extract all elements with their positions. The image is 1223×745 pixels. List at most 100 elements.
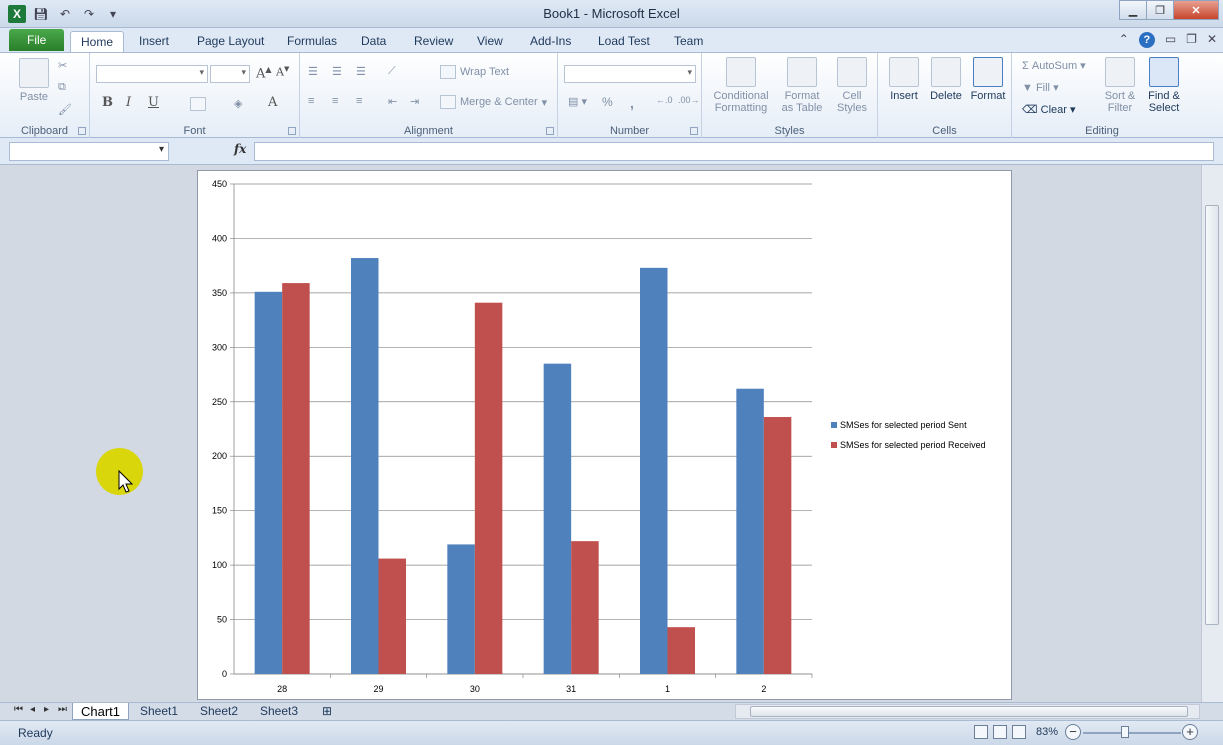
font-size-combo[interactable] — [210, 65, 250, 83]
merge-center-button[interactable]: Merge & Center ▾ — [440, 95, 547, 109]
cell-styles-button[interactable]: Cell Styles — [830, 57, 874, 114]
tab-data[interactable]: Data — [351, 31, 396, 52]
sheet-tab-chart1[interactable]: Chart1 — [72, 703, 130, 720]
number-launcher-icon[interactable] — [690, 127, 698, 135]
format-cells-button[interactable]: Format — [968, 57, 1008, 102]
clipboard-launcher-icon[interactable] — [78, 127, 86, 135]
tab-review[interactable]: Review — [404, 31, 463, 52]
tab-formulas[interactable]: Formulas — [277, 31, 347, 52]
tab-team[interactable]: Team — [664, 31, 713, 52]
tab-home[interactable]: Home — [70, 31, 125, 52]
tab-add-ins[interactable]: Add-Ins — [520, 31, 581, 52]
formula-input[interactable] — [254, 142, 1214, 161]
italic-button[interactable]: I — [126, 95, 131, 110]
first-sheet-icon[interactable]: ⏮ — [14, 704, 23, 715]
insert-sheet-icon[interactable]: ⊞ — [314, 703, 341, 720]
align-right-icon[interactable]: ≡ — [356, 95, 362, 107]
format-as-table-button[interactable]: Format as Table — [776, 57, 828, 114]
bar-sent-31 — [543, 363, 572, 674]
help-icon[interactable]: ? — [1138, 32, 1155, 48]
paste-button[interactable]: Paste — [14, 58, 54, 103]
page-break-view-icon[interactable] — [1012, 725, 1026, 739]
borders-icon[interactable] — [190, 97, 206, 111]
fill-color-icon[interactable]: ◈ — [234, 97, 242, 110]
align-bottom-icon[interactable]: ☰ — [356, 65, 366, 78]
sort-filter-button[interactable]: Sort & Filter — [1100, 57, 1140, 114]
percent-button[interactable]: % — [602, 95, 613, 109]
horizontal-scrollbar[interactable] — [735, 704, 1200, 719]
column-chart[interactable]: 0 50 100 150 200 250 300 350 400 450 28 29 30 31 1 2 SMS… — [198, 171, 1011, 699]
status-text: Ready — [18, 726, 53, 740]
conditional-formatting-button[interactable]: Conditional Formatting — [708, 57, 774, 114]
doc-minimize-icon[interactable]: ▭ — [1165, 32, 1176, 48]
bar-received-2 — [763, 417, 792, 674]
font-color-icon[interactable]: A — [268, 95, 277, 110]
comma-button[interactable]: , — [630, 95, 634, 111]
find-select-button[interactable]: Find & Select — [1142, 57, 1186, 114]
close-icon[interactable]: ✕ — [1173, 0, 1219, 20]
autosum-button[interactable]: Σ AutoSum ▾ — [1022, 59, 1086, 72]
tab-insert[interactable]: Insert — [129, 31, 179, 52]
font-name-combo[interactable] — [96, 65, 208, 83]
align-left-icon[interactable]: ≡ — [308, 95, 314, 107]
shrink-font-icon[interactable]: A▼ — [276, 65, 289, 79]
zoom-level[interactable]: 83% — [1036, 726, 1058, 738]
last-sheet-icon[interactable]: ⏭ — [58, 704, 67, 715]
tab-load-test[interactable]: Load Test — [588, 31, 660, 52]
sheet-tab-sheet1[interactable]: Sheet1 — [132, 703, 187, 720]
next-sheet-icon[interactable]: ▸ — [44, 704, 49, 715]
delete-cells-button[interactable]: Delete — [926, 57, 966, 102]
chart-area[interactable]: 0 50 100 150 200 250 300 350 400 450 28 29 30 31 1 2 SMS… — [197, 170, 1012, 700]
zoom-slider[interactable] — [1083, 726, 1181, 738]
zoom-slider-thumb[interactable] — [1121, 726, 1129, 738]
orientation-icon[interactable]: ⟋ — [388, 65, 396, 78]
fill-button[interactable]: ▼ Fill ▾ — [1022, 81, 1059, 94]
format-cells-icon — [973, 57, 1003, 87]
align-top-icon[interactable]: ☰ — [308, 65, 318, 78]
prev-sheet-icon[interactable]: ◂ — [30, 704, 35, 715]
tab-page-layout[interactable]: Page Layout — [187, 31, 274, 52]
cut-icon[interactable]: ✂ — [58, 59, 67, 72]
conditional-formatting-label-1: Conditional — [713, 90, 769, 102]
minimize-ribbon-icon[interactable]: ⌃ — [1119, 32, 1129, 48]
bar-received-1 — [667, 627, 695, 674]
number-format-combo[interactable] — [564, 65, 696, 83]
tab-view[interactable]: View — [467, 31, 513, 52]
align-middle-icon[interactable]: ☰ — [332, 65, 342, 78]
name-box[interactable] — [9, 142, 169, 161]
insert-function-icon[interactable]: fx — [234, 142, 246, 156]
restore-icon[interactable]: ❐ — [1146, 0, 1174, 20]
y-tick-label: 150 — [212, 506, 227, 516]
increase-decimal-icon[interactable]: ←.0 — [656, 95, 673, 105]
sheet-tab-sheet2[interactable]: Sheet2 — [192, 703, 247, 720]
bold-button[interactable]: B — [102, 95, 113, 110]
horizontal-scroll-thumb[interactable] — [750, 706, 1188, 717]
clear-button[interactable]: ⌫ Clear ▾ — [1022, 103, 1076, 116]
vertical-scrollbar[interactable] — [1201, 165, 1223, 702]
zoom-out-icon[interactable]: − — [1065, 724, 1081, 740]
copy-icon[interactable]: ⧉ — [58, 81, 66, 94]
wrap-text-button[interactable]: Wrap Text — [440, 65, 509, 79]
decrease-indent-icon[interactable]: ⇤ — [388, 95, 397, 108]
alignment-launcher-icon[interactable] — [546, 127, 554, 135]
font-launcher-icon[interactable] — [288, 127, 296, 135]
minimize-icon[interactable]: ▁ — [1119, 0, 1147, 20]
increase-indent-icon[interactable]: ⇥ — [410, 95, 419, 108]
align-center-icon[interactable]: ≡ — [332, 95, 338, 107]
underline-button[interactable]: U — [148, 95, 159, 110]
page-layout-view-icon[interactable] — [993, 725, 1007, 739]
insert-cells-button[interactable]: Insert — [884, 57, 924, 102]
format-painter-icon[interactable]: 🖌︎ — [58, 103, 72, 116]
editing-group-label: Editing — [1085, 125, 1119, 137]
normal-view-icon[interactable] — [974, 725, 988, 739]
doc-restore-icon[interactable]: ❐ — [1186, 32, 1197, 48]
zoom-in-icon[interactable]: + — [1182, 724, 1198, 740]
doc-close-icon[interactable]: ✕ — [1207, 32, 1217, 48]
tab-file[interactable]: File — [9, 29, 65, 51]
decrease-decimal-icon[interactable]: .00→ — [678, 95, 700, 105]
sheet-tab-sheet3[interactable]: Sheet3 — [252, 703, 307, 720]
bar-received-28 — [282, 283, 310, 674]
grow-font-icon[interactable]: A▲ — [256, 65, 272, 81]
vertical-scroll-thumb[interactable] — [1205, 205, 1219, 625]
accounting-format-icon[interactable]: ▤ ▾ — [568, 95, 587, 108]
